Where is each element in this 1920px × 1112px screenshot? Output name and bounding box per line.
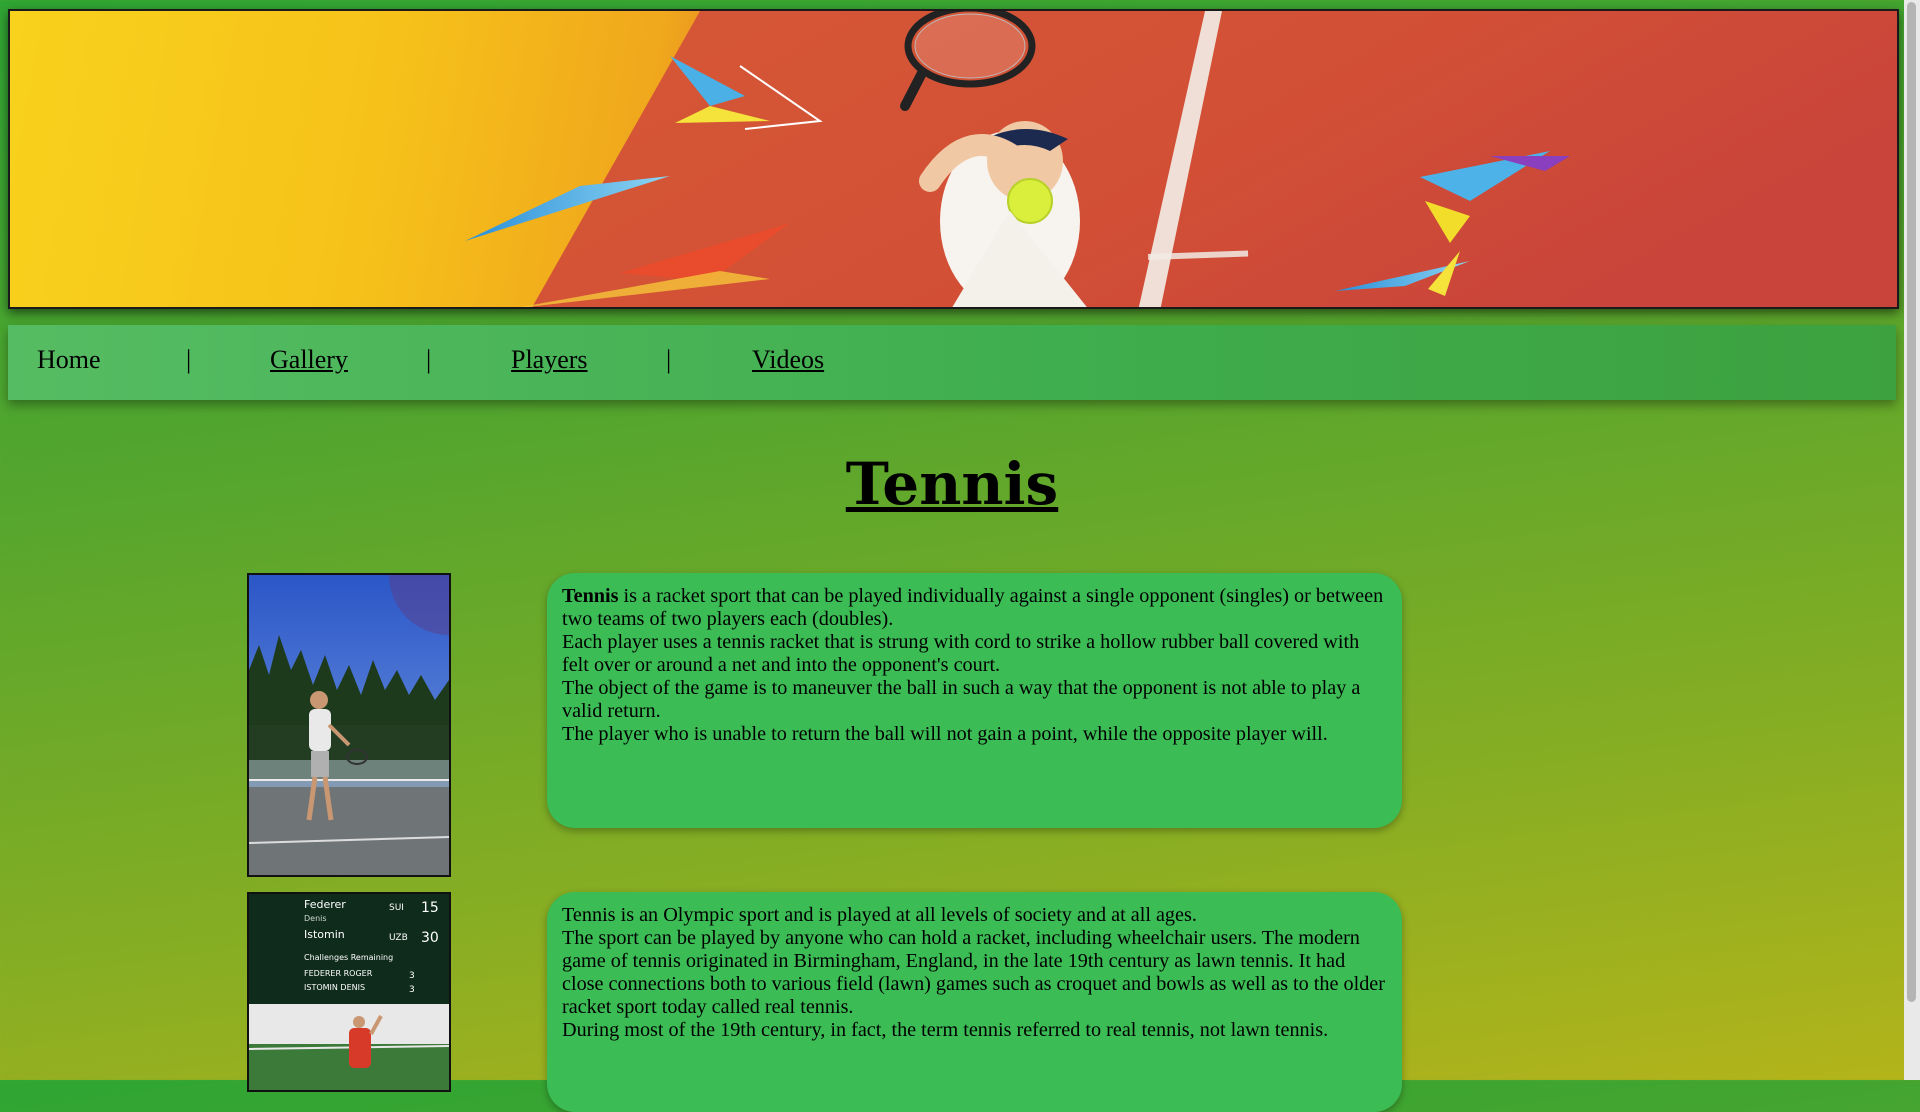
history-paragraph-1: Tennis is an Olympic sport and is played… <box>562 904 1197 926</box>
header-banner <box>8 9 1899 309</box>
scoreboard-challenger-2-count: 3 <box>409 985 415 995</box>
tennis-bold-term: Tennis <box>562 585 619 607</box>
history-paragraph-2: The sport can be played by anyone who ca… <box>562 927 1385 1018</box>
scoreboard-challenger-2: ISTOMIN DENIS <box>304 983 365 992</box>
intro-text-1: is a racket sport that can be played ind… <box>562 585 1384 630</box>
scoreboard-name-2: Istomin <box>304 928 345 941</box>
banner-illustration <box>465 11 1897 307</box>
scoreboard-country-1: SUI <box>389 903 404 913</box>
nav-players-link[interactable]: Players <box>511 345 588 375</box>
intro-text-box: Tennis is a racket sport that can be pla… <box>547 573 1402 828</box>
scoreboard-country-2: UZB <box>389 933 408 943</box>
nav-home[interactable]: Home <box>37 345 101 375</box>
scoreboard-challenger-1-count: 3 <box>409 971 415 981</box>
nav-separator: | <box>666 345 672 374</box>
nav-separator: | <box>186 345 192 374</box>
history-text-box: Tennis is an Olympic sport and is played… <box>547 892 1402 1112</box>
history-paragraph-3: During most of the 19th century, in fact… <box>562 1019 1329 1041</box>
nav-separator: | <box>426 345 432 374</box>
main-nav: Home | Gallery | Players | Videos <box>8 325 1896 400</box>
page-title: Tennis <box>845 450 1059 518</box>
scoreboard-photo: Federer Denis SUI 15 Istomin UZB 30 Chal… <box>247 892 451 1092</box>
page-scrollbar[interactable] <box>1904 0 1920 1080</box>
scoreboard-sub-1: Denis <box>304 914 327 923</box>
intro-paragraph-1: Tennis is a racket sport that can be pla… <box>562 585 1388 631</box>
nav-gallery-link[interactable]: Gallery <box>270 345 348 375</box>
intro-paragraph-3: The object of the game is to maneuver th… <box>562 677 1361 722</box>
intro-paragraph-2: Each player uses a tennis racket that is… <box>562 631 1360 676</box>
scrollbar-thumb[interactable] <box>1907 2 1916 1002</box>
scoreboard-challenger-1: FEDERER ROGER <box>304 969 373 978</box>
scoreboard-score-1: 15 <box>421 900 439 916</box>
nav-videos-link[interactable]: Videos <box>752 345 824 375</box>
player-serving-photo <box>247 573 451 877</box>
scoreboard-challenges-label: Challenges Remaining <box>304 953 393 962</box>
scoreboard-name-1: Federer <box>304 898 346 911</box>
intro-paragraph-4: The player who is unable to return the b… <box>562 723 1328 745</box>
scoreboard-score-2: 30 <box>421 930 439 946</box>
